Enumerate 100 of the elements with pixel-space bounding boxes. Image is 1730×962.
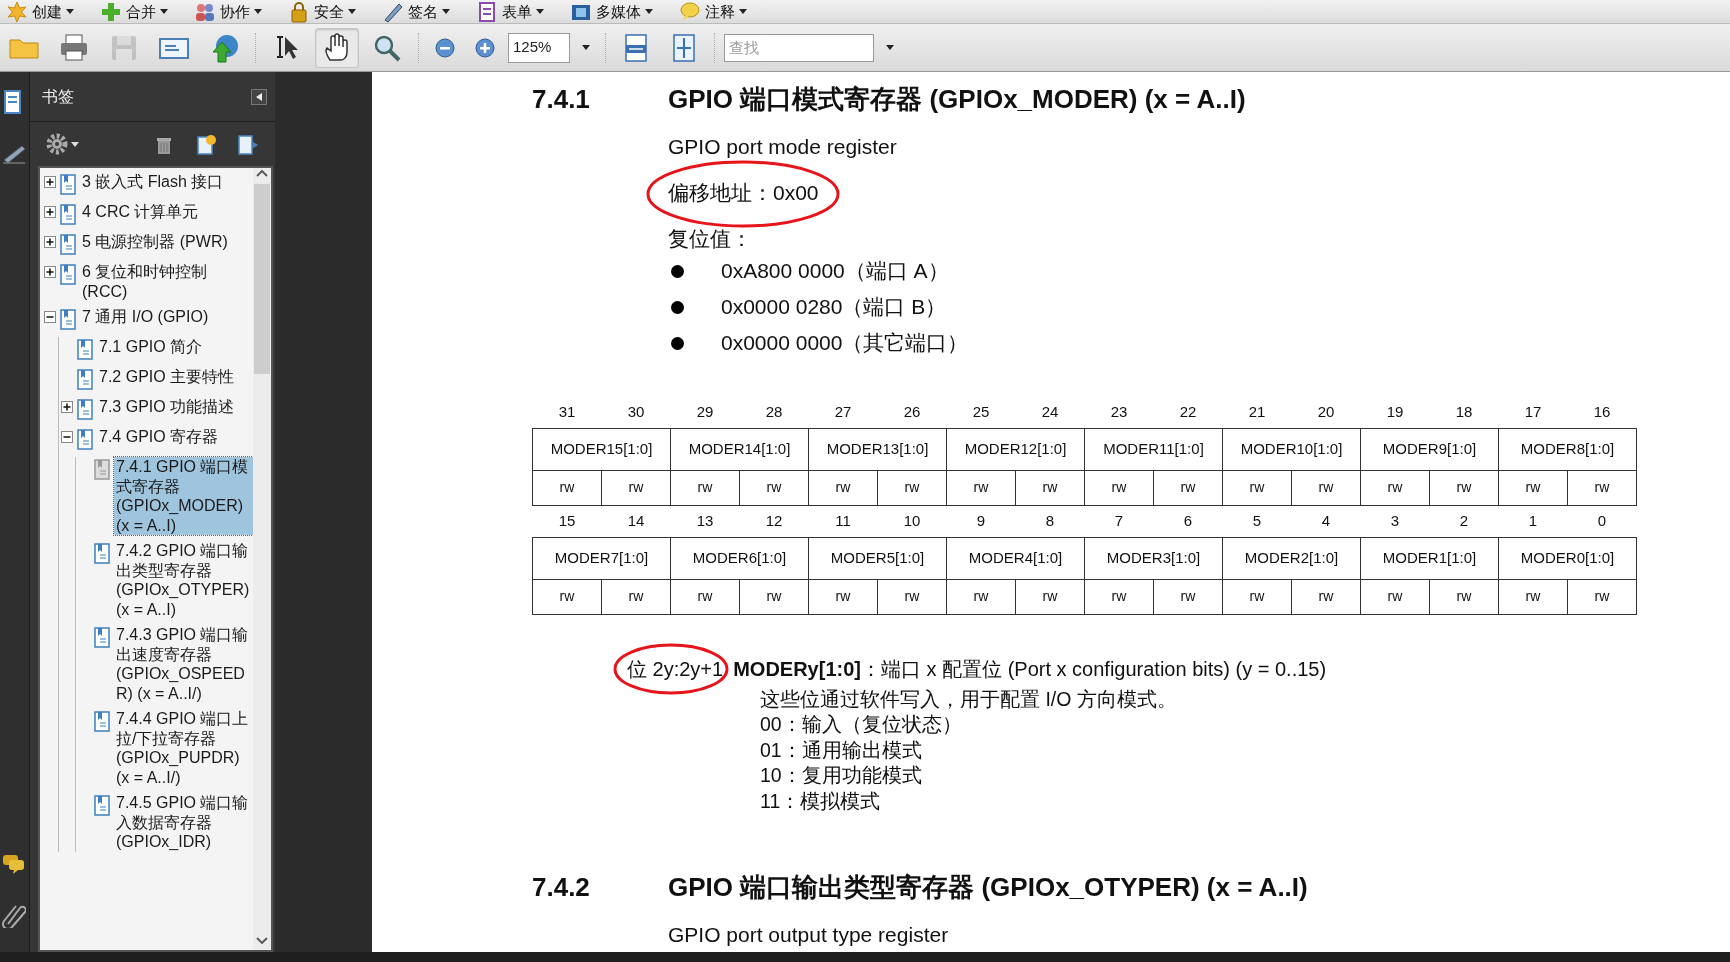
bookmark-star-icon [195,133,217,155]
bit-number: 25 [972,402,990,420]
field-cell: MODER8[1:0] [1498,428,1637,470]
menu-button[interactable]: 注释 [677,0,749,23]
access-cell: rw [601,470,671,505]
expand-icon[interactable] [44,236,56,248]
bookmark-icon [93,459,111,481]
access-cell: rw [1084,470,1154,505]
bookmark-item[interactable]: 7.2 GPIO 主要特性 [97,367,237,387]
bookmark-icon [59,264,77,286]
bit-number: 17 [1524,402,1542,420]
bookmark-item[interactable]: 3 嵌入式 Flash 接口 [80,172,226,192]
access-cell: rw [877,579,947,614]
plus-icon [100,0,122,23]
bookmark-icon [59,204,77,226]
access-cell: rw [739,470,809,505]
bit-number: 20 [1317,402,1335,420]
zoom-field[interactable]: 125% [508,32,570,63]
reset-label: 复位值： [668,227,752,250]
bit-number: 1 [1528,511,1538,529]
comments-icon[interactable] [2,852,26,874]
bookmark-item[interactable]: 7 通用 I/O (GPIO) [80,307,211,327]
bit-number: 10 [903,511,921,529]
access-cell: rw [1498,579,1568,614]
menu-button[interactable]: 协作 [192,0,264,23]
access-cell: rw [808,470,878,505]
bit-number: 22 [1179,402,1197,420]
bit-number: 27 [834,402,852,420]
bookmark-icon [93,795,111,817]
bookmark-item[interactable]: 7.4.1 GPIO 端口模式寄存器 (GPIOx_MODER) (x = A..I) [114,457,253,535]
menu-button[interactable]: 多媒体 [568,0,655,23]
bullet [671,300,684,314]
menu-button[interactable]: 创建 [4,0,76,23]
collapse-panel-button[interactable] [251,88,267,105]
bit-range: 位 2y:2y+1 [627,657,724,680]
access-cell: rw [1567,579,1637,614]
menu-button[interactable]: 合并 [98,0,170,23]
expand-icon[interactable] [44,176,56,188]
expand-icon[interactable] [44,266,56,278]
access-cell: rw [1291,579,1361,614]
bit-number: 12 [765,511,783,529]
menu-button[interactable]: 表单 [474,0,546,23]
bit-number: 3 [1390,511,1400,529]
field-cell: MODER7[1:0] [532,537,671,579]
caret-icon [645,9,653,14]
description-line: 10：复用功能模式 [760,764,922,786]
access-cell: rw [1429,579,1499,614]
field-cell: MODER4[1:0] [946,537,1085,579]
bookmark-icon [93,543,111,565]
field-cell: MODER2[1:0] [1222,537,1361,579]
bookmark-item[interactable]: 6 复位和时钟控制 (RCC) [80,262,253,301]
section-number: 7.4.2 [532,871,591,904]
access-cell: rw [670,470,740,505]
search-field[interactable]: 查找 [724,33,874,62]
access-cell: rw [1015,470,1085,505]
caret-icon [348,9,356,14]
bookmark-item[interactable]: 7.4.5 GPIO 端口输入数据寄存器 (GPIOx_IDR) [114,793,253,852]
bookmark-item[interactable]: 7.4.3 GPIO 端口输出速度寄存器 (GPIOx_OSPEEDR) (x = A..I/) [114,625,253,703]
section-title: GPIO 端口输出类型寄存器 (GPIOx_OTYPER) (x = A..I) [668,871,1308,904]
field-cell: MODER11[1:0] [1084,428,1223,470]
bit-number: 14 [627,511,645,529]
description-line: 11：模拟模式 [760,789,881,812]
pages-icon[interactable] [2,90,24,116]
bookmark-item[interactable]: 7.4.2 GPIO 端口输出类型寄存器 (GPIOx_OTYPER) (x = A..I) [114,541,253,619]
bookmark-item[interactable]: 4 CRC 计算单元 [80,202,201,222]
field-cell: MODER14[1:0] [670,428,809,470]
reset-value: 0xA800 0000（端口 A） [721,258,949,285]
bit-number: 6 [1183,511,1193,529]
collapse-icon[interactable] [44,311,56,323]
field-cell: MODER3[1:0] [1084,537,1223,579]
bookmark-item[interactable]: 5 电源控制器 (PWR) [80,232,230,252]
access-cell: rw [1153,470,1223,505]
access-cell: rw [1153,579,1223,614]
collapse-icon[interactable] [61,431,73,443]
access-cell: rw [1498,470,1568,505]
bookmark-item[interactable]: 7.3 GPIO 功能描述 [97,397,237,417]
scroll-down-icon[interactable] [256,936,268,946]
bookmark-item[interactable]: 7.4.4 GPIO 端口上拉/下拉寄存器 (GPIOx_PUPDR) (x = A..I/) [114,709,253,787]
scroll-up-icon[interactable] [256,168,268,178]
bookmark-arrow-icon [237,133,259,155]
reset-value: 0x0000 0000（其它端口） [721,330,969,357]
field-cell: MODER5[1:0] [808,537,947,579]
description-line: 01：通用输出模式 [760,738,922,761]
expand-icon[interactable] [44,206,56,218]
bookmark-icon [93,711,111,733]
bookmark-item[interactable]: 7.4 GPIO 寄存器 [97,427,221,447]
scrollbar-thumb[interactable] [254,184,270,374]
zoom-out-icon [434,36,456,59]
menu-button[interactable]: 安全 [286,0,358,23]
bookmark-icon [76,339,94,361]
access-cell: rw [1222,579,1292,614]
tool-button[interactable] [315,27,359,68]
bullet [671,264,684,278]
bookmark-item[interactable]: 7.1 GPIO 简介 [97,337,205,357]
menu-button[interactable]: 签名 [380,0,452,23]
bit-number: 5 [1252,511,1262,529]
bit-number: 31 [558,402,576,420]
access-cell: rw [1567,470,1637,505]
access-cell: rw [601,579,671,614]
expand-icon[interactable] [61,401,73,413]
